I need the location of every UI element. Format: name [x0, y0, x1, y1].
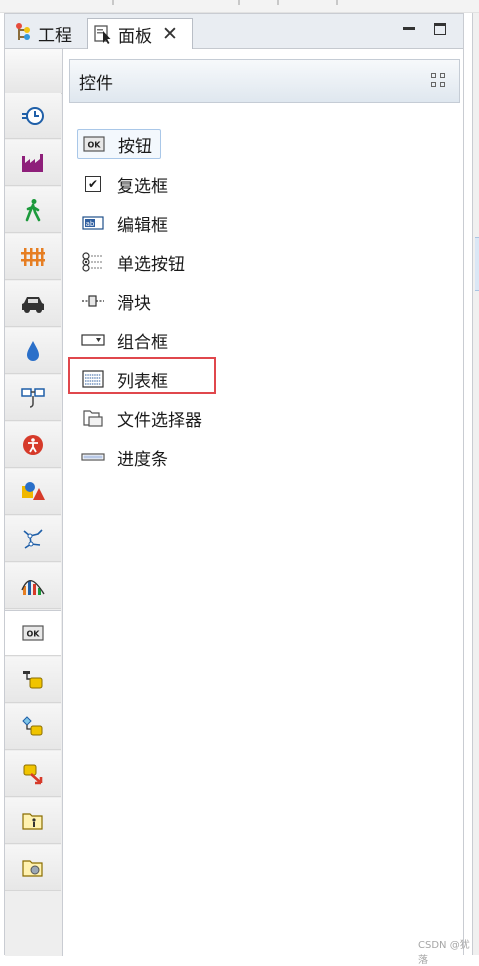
widget-radio-button-label: 单选按钮 [117, 254, 185, 275]
palette-category-bar: OK [5, 49, 63, 956]
folder-gear-icon [22, 859, 43, 877]
section-header-controls[interactable]: 控件 [69, 59, 460, 103]
category-connectors[interactable] [5, 375, 61, 421]
water-drop-icon [27, 340, 39, 361]
category-people[interactable] [5, 422, 61, 468]
folder-person-icon [22, 812, 43, 830]
process-exit-icon [23, 764, 43, 784]
slider-icon [81, 292, 105, 310]
editor-area-edge [472, 13, 479, 955]
radio-button-icon [81, 252, 105, 272]
toolbar-separator [277, 0, 279, 5]
category-controls[interactable]: OK [5, 610, 61, 656]
edit-box-icon: ab [81, 214, 105, 232]
category-clock[interactable] [5, 93, 61, 139]
process-shapes-icon [22, 715, 43, 735]
network-icon [23, 528, 43, 549]
widget-combo-box-label: 组合框 [117, 332, 168, 353]
combo-box-icon [81, 331, 105, 349]
category-analysis[interactable] [5, 563, 61, 609]
widget-radio-button[interactable]: 单选按钮 [77, 247, 193, 277]
widget-file-chooser-label: 文件选择器 [117, 410, 202, 431]
chart-icon [21, 579, 45, 595]
editor-selection-mark [475, 237, 479, 291]
palette-cursor-icon [94, 24, 112, 44]
category-factory[interactable] [5, 140, 61, 186]
highlight-annotation [68, 357, 216, 394]
button-icon-text: OK [88, 141, 102, 150]
car-icon [22, 296, 44, 313]
category-process-flow[interactable] [5, 657, 61, 703]
category-network[interactable] [5, 516, 61, 562]
ok-label: OK [27, 630, 41, 639]
widget-checkbox-label: 复选框 [117, 176, 168, 197]
widget-checkbox[interactable]: ✔ 复选框 [77, 169, 176, 199]
watermark: CSDN @犹落 [418, 940, 470, 966]
fence-icon [21, 247, 45, 266]
maximize-icon[interactable] [431, 20, 451, 40]
walking-person-icon [25, 198, 41, 221]
category-rail[interactable] [5, 234, 61, 280]
clock-icon [22, 106, 44, 125]
tab-project[interactable]: 工程 [10, 18, 86, 48]
shapes-icon [22, 481, 45, 500]
view-tab-bar: 工程 面板 ✕ [5, 14, 463, 49]
widget-progress-bar-label: 进度条 [117, 449, 168, 470]
tab-palette[interactable]: 面板 ✕ [87, 18, 193, 49]
checkbox-mark: ✔ [85, 176, 101, 192]
section-title: 控件 [79, 73, 113, 94]
palette-view: 工程 面板 ✕ OK 控件 OK 按钮 ✔ 复选框 ab 编辑框 单选按钮 滑块… [4, 13, 464, 956]
checkbox-icon: ✔ [81, 175, 105, 193]
widget-slider-label: 滑块 [117, 293, 151, 314]
widget-edit-box-label: 编辑框 [117, 215, 168, 236]
accessibility-icon [23, 434, 43, 455]
file-chooser-icon [81, 409, 105, 427]
widget-edit-box[interactable]: ab 编辑框 [77, 208, 176, 238]
category-pedestrian[interactable] [5, 187, 61, 233]
minimize-icon[interactable] [399, 20, 419, 40]
widget-progress-bar[interactable]: 进度条 [77, 442, 176, 472]
widget-file-chooser[interactable]: 文件选择器 [77, 403, 210, 433]
category-bar-header [5, 49, 62, 94]
widget-button-label: 按钮 [118, 136, 152, 157]
toolbar-separator [336, 0, 338, 5]
tab-palette-label: 面板 [118, 26, 152, 47]
close-icon[interactable]: ✕ [162, 24, 178, 44]
palette-content: 控件 OK 按钮 ✔ 复选框 ab 编辑框 单选按钮 滑块 组合框 列表框 文件… [63, 49, 463, 956]
category-agents[interactable] [5, 798, 61, 844]
category-system-dynamics[interactable] [5, 845, 61, 891]
factory-icon [22, 153, 43, 172]
category-fluid[interactable] [5, 328, 61, 374]
project-tree-icon [14, 23, 32, 43]
toolbar-separator [238, 0, 240, 5]
connector-icon [21, 387, 45, 408]
category-presentation[interactable] [5, 469, 61, 515]
process-flow-icon [23, 670, 43, 688]
widget-combo-box[interactable]: 组合框 [77, 325, 176, 355]
top-toolbar [0, 0, 479, 13]
tab-project-label: 工程 [38, 25, 72, 46]
category-process-shapes[interactable] [5, 704, 61, 750]
button-icon: OK [82, 135, 106, 153]
category-road[interactable] [5, 281, 61, 327]
edit-box-icon-text: ab [86, 220, 95, 228]
ok-button-icon: OK [22, 625, 44, 641]
progress-bar-icon [81, 448, 105, 466]
toolbar-separator [112, 0, 114, 5]
widget-button[interactable]: OK 按钮 [77, 129, 161, 159]
grid-view-icon[interactable] [431, 73, 447, 89]
category-process-exit[interactable] [5, 751, 61, 797]
widget-slider[interactable]: 滑块 [77, 286, 159, 316]
